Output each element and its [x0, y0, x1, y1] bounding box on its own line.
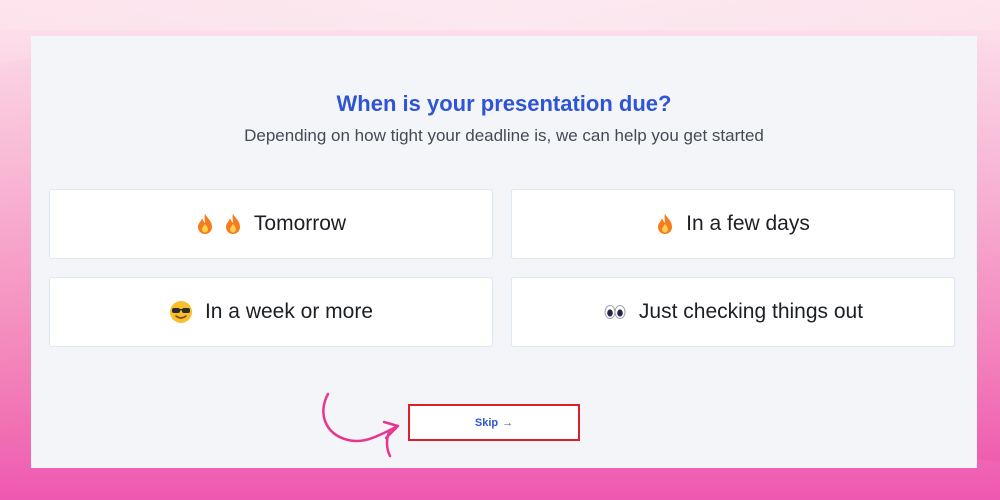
eyes-icon: [604, 305, 626, 319]
skip-button[interactable]: Skip →: [408, 404, 580, 441]
eyes-wrapper: [603, 300, 627, 324]
sunglasses-face-wrapper: [169, 300, 193, 324]
option-label: Tomorrow: [253, 212, 347, 235]
sunglasses-face-icon: [169, 301, 192, 323]
option-label: In a few days: [686, 212, 810, 235]
fire-icon-pair: [196, 213, 242, 235]
background-band: [0, 0, 1000, 30]
option-label: In a week or more: [204, 300, 374, 323]
option-in-a-few-days[interactable]: In a few days: [511, 189, 955, 259]
fire-icon: [197, 214, 212, 234]
arrow-right-icon: →: [502, 416, 514, 429]
question-subtitle: Depending on how tight your deadline is,…: [244, 126, 764, 145]
fire-icon: [225, 214, 240, 234]
skip-label: Skip: [474, 416, 499, 429]
option-tomorrow[interactable]: Tomorrow: [49, 189, 493, 259]
fire-icon: [658, 214, 673, 234]
option-just-checking[interactable]: Just checking things out: [511, 277, 955, 347]
option-label: Just checking things out: [638, 300, 864, 323]
annotation-arrow-icon: [322, 392, 400, 458]
question-title: When is your presentation due?: [336, 91, 672, 116]
option-in-a-week-or-more[interactable]: In a week or more: [49, 277, 493, 347]
question-panel: When is your presentation due? Depending…: [31, 36, 977, 468]
fire-icon-single: [656, 213, 674, 235]
